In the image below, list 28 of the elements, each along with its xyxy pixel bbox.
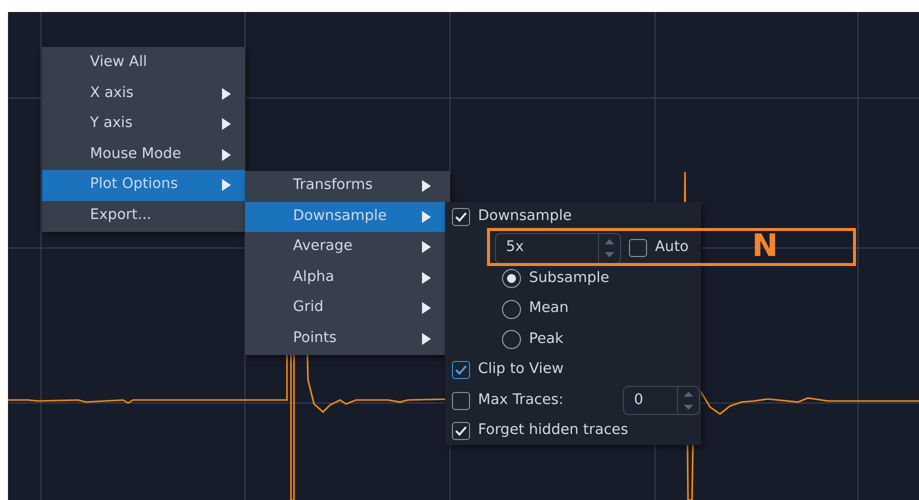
menu-item[interactable]: Export...	[42, 200, 245, 231]
radio-label: Mean	[529, 299, 569, 318]
checkbox-label: Forget hidden traces	[478, 421, 628, 440]
menu-item[interactable]: X axis	[42, 78, 245, 109]
checkbox[interactable]	[452, 361, 470, 380]
checkbox-label: Max Traces:	[478, 390, 564, 410]
radio-button[interactable]	[502, 300, 521, 319]
menu-item[interactable]: Alpha	[245, 262, 445, 293]
checkbox[interactable]	[452, 422, 470, 440]
menu-item[interactable]: Transforms	[245, 171, 445, 202]
radio-label: Peak	[529, 330, 564, 349]
checkbox[interactable]	[452, 392, 470, 410]
menu-item[interactable]: Average	[245, 232, 445, 262]
menu-item[interactable]: Y axis	[42, 109, 245, 140]
radio-button[interactable]	[502, 269, 521, 288]
radio-label: Subsample	[529, 268, 610, 288]
checkbox-label: Downsample	[478, 207, 572, 226]
checkbox[interactable]	[629, 239, 647, 257]
radio-button[interactable]	[502, 330, 521, 350]
spin-box[interactable]: 0	[623, 386, 700, 416]
menu-item[interactable]: Mouse Mode	[42, 140, 245, 170]
checkbox-label: Auto	[655, 238, 689, 258]
checkbox-label: Clip to View	[478, 360, 564, 380]
menu-item[interactable]: Grid	[245, 293, 445, 324]
annotation-label: N	[752, 227, 778, 266]
checkbox[interactable]	[452, 208, 470, 226]
menu-item[interactable]: Points	[245, 324, 445, 354]
menu-item[interactable]: View All	[42, 48, 245, 78]
